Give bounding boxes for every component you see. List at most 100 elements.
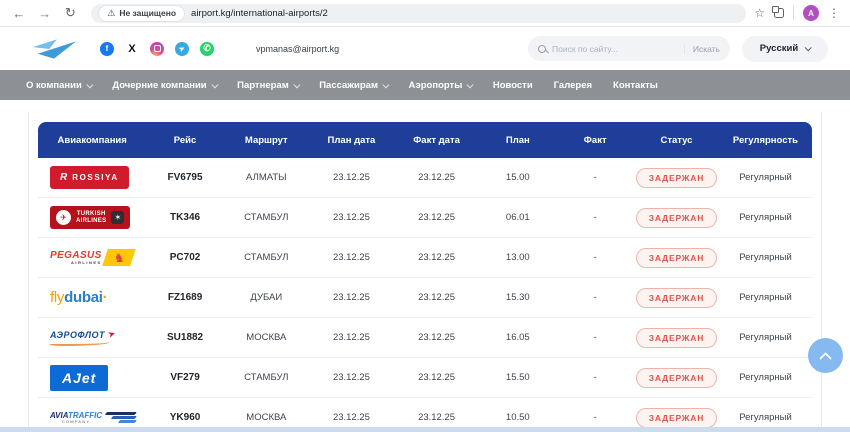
col-fact-date: Факт дата <box>394 135 479 146</box>
turkish-bird-icon: ✈ <box>56 210 71 225</box>
address-bar[interactable]: ⚠ Не защищено airport.kg/international-a… <box>91 4 746 23</box>
site-search: Искать <box>528 36 730 61</box>
ajet-wordmark: AJet <box>50 365 108 391</box>
screen: ← → ↻ ⚠ Не защищено airport.kg/internati… <box>0 0 850 432</box>
security-label: Не защищено <box>119 8 176 18</box>
fact-time: - <box>557 332 634 343</box>
table-header-row: Авиакомпания Рейс Маршрут План дата Факт… <box>38 122 812 158</box>
nav-label: Аэропорты <box>409 80 463 91</box>
regularity: Регулярный <box>719 292 812 303</box>
browser-reload-icon[interactable]: ↻ <box>62 5 80 21</box>
nav-item-gallery[interactable]: Галерея <box>554 80 592 91</box>
next-section-edge <box>0 427 850 432</box>
aviatraffic-company: COMPANY <box>50 419 102 424</box>
pegasus-horse-icon: ♞ <box>113 252 124 264</box>
fact-date: 23.12.25 <box>394 172 479 183</box>
status-badge: ЗАДЕРЖАН <box>636 368 717 388</box>
page-content: Авиакомпания Рейс Маршрут План дата Факт… <box>0 100 850 432</box>
browser-actions: ☆ A ⋮ <box>754 5 840 21</box>
fact-time: - <box>557 412 634 423</box>
status-badge: ЗАДЕРЖАН <box>636 168 717 188</box>
route: СТАМБУЛ <box>224 252 309 263</box>
fact-date: 23.12.25 <box>394 332 479 343</box>
security-chip[interactable]: ⚠ Не защищено <box>99 6 184 21</box>
fact-date: 23.12.25 <box>394 412 479 423</box>
aeroflot-swoosh <box>50 341 110 346</box>
search-submit-button[interactable]: Искать <box>684 44 720 54</box>
language-label: Русский <box>760 43 798 54</box>
nav-item-contacts[interactable]: Контакты <box>613 80 658 91</box>
contact-email[interactable]: vpmanas@airport.kg <box>256 44 339 54</box>
airline-logo-aeroflot: АЭРОФЛОТ ➤ <box>38 330 146 346</box>
flight-number: SU1882 <box>146 332 223 343</box>
url-text[interactable]: airport.kg/international-airports/2 <box>191 8 328 19</box>
aeroflot-wordmark: АЭРОФЛОТ <box>50 330 105 340</box>
col-plan-time: План <box>479 135 556 146</box>
table-row: ✈ TURKISH AIRLINES ✶ TK346 СТАМБУЛ 23.12… <box>38 198 812 238</box>
profile-avatar[interactable]: A <box>803 5 819 21</box>
route: АЛМАТЫ <box>224 172 309 183</box>
camera-glyph <box>154 45 161 52</box>
status-badge: ЗАДЕРЖАН <box>636 208 717 228</box>
nav-item-about[interactable]: О компании <box>26 80 91 91</box>
nav-item-news[interactable]: Новости <box>493 80 533 91</box>
browser-side-panel-icon[interactable] <box>774 8 784 18</box>
toolbar-divider <box>793 6 794 20</box>
nav-item-airports[interactable]: Аэропорты <box>409 80 472 91</box>
nav-item-passengers[interactable]: Пассажирам <box>319 80 387 91</box>
x-twitter-icon[interactable]: X <box>125 42 139 56</box>
airline-logo-turkish: ✈ TURKISH AIRLINES ✶ <box>38 206 146 229</box>
scroll-to-top-button[interactable] <box>808 338 843 373</box>
airline-logo-rossiya: R ROSSIYA <box>38 166 146 189</box>
airline-logo-flydubai: flydubai· <box>38 289 146 306</box>
plan-date: 23.12.25 <box>309 172 394 183</box>
rossiya-wordmark: ROSSIYA <box>72 173 118 182</box>
nav-label: Контакты <box>613 80 658 91</box>
pegasus-sub: AIRLINES <box>71 260 102 265</box>
language-selector[interactable]: Русский <box>742 36 828 62</box>
status-badge: ЗАДЕРЖАН <box>636 288 717 308</box>
plan-date: 23.12.25 <box>309 252 394 263</box>
browser-menu-icon[interactable]: ⋮ <box>828 6 840 20</box>
table-row: flydubai· FZ1689 ДУБАИ 23.12.25 23.12.25… <box>38 278 812 318</box>
regularity: Регулярный <box>719 252 812 263</box>
browser-forward-icon[interactable]: → <box>36 6 54 21</box>
regularity: Регулярный <box>719 172 812 183</box>
plan-time: 13.00 <box>479 252 556 263</box>
fact-date: 23.12.25 <box>394 252 479 263</box>
nav-label: Партнерам <box>237 80 289 91</box>
col-plan-date: План дата <box>309 135 394 146</box>
bookmark-star-icon[interactable]: ☆ <box>754 6 765 20</box>
search-input[interactable] <box>552 44 678 54</box>
plan-date: 23.12.25 <box>309 332 394 343</box>
whatsapp-icon[interactable]: ✆ <box>200 42 214 56</box>
browser-back-icon[interactable]: ← <box>10 6 28 21</box>
col-flight: Рейс <box>146 135 223 146</box>
airport-logo-icon[interactable] <box>30 38 78 60</box>
nav-item-partners[interactable]: Партнерам <box>237 80 298 91</box>
table-row: AJet VF279 СТАМБУЛ 23.12.25 23.12.25 15.… <box>38 358 812 398</box>
facebook-icon[interactable]: f <box>100 42 114 56</box>
fact-date: 23.12.25 <box>394 292 479 303</box>
chevron-down-icon <box>383 81 389 87</box>
nav-label: Дочерние компании <box>112 80 206 91</box>
regularity: Регулярный <box>719 212 812 223</box>
flight-number: FZ1689 <box>146 292 223 303</box>
warning-icon: ⚠ <box>107 9 115 18</box>
col-regularity: Регулярность <box>719 135 812 146</box>
route: СТАМБУЛ <box>224 212 309 223</box>
route: МОСКВА <box>224 332 309 343</box>
airline-logo-pegasus: PEGASUS AIRLINES ♞ <box>38 249 146 266</box>
col-route: Маршрут <box>224 135 309 146</box>
plan-time: 06.01 <box>479 212 556 223</box>
instagram-icon[interactable] <box>150 42 164 56</box>
nav-item-subsidiaries[interactable]: Дочерние компании <box>112 80 216 91</box>
main-navigation: О компании Дочерние компании Партнерам П… <box>0 70 850 100</box>
table-row: АЭРОФЛОТ ➤ SU1882 МОСКВА 23.12.25 23.12.… <box>38 318 812 358</box>
plan-time: 15.30 <box>479 292 556 303</box>
telegram-icon[interactable]: ➤ <box>175 42 189 56</box>
status-badge: ЗАДЕРЖАН <box>636 408 717 428</box>
star-alliance-icon: ✶ <box>111 211 124 224</box>
flight-number: TK346 <box>146 212 223 223</box>
aeroflot-wing-icon: ➤ <box>107 329 117 340</box>
